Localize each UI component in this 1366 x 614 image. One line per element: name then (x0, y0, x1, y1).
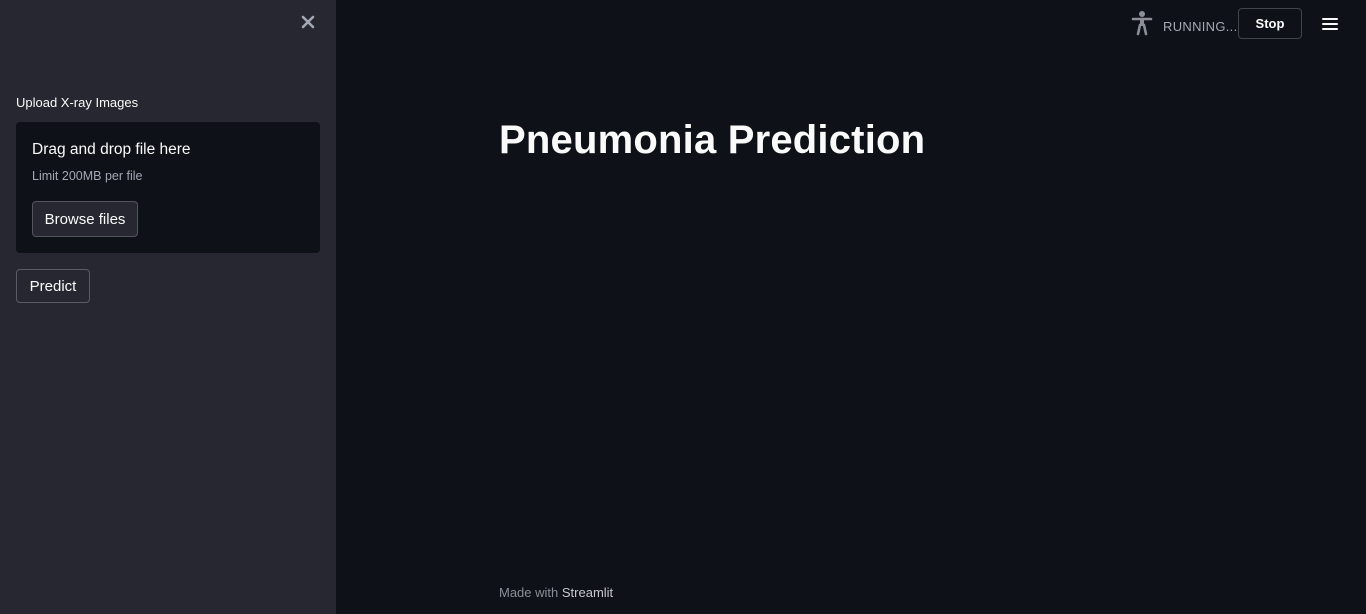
browse-files-button[interactable]: Browse files (32, 201, 138, 237)
predict-button[interactable]: Predict (16, 269, 90, 303)
footer-streamlit-link[interactable]: Streamlit (562, 585, 613, 600)
hamburger-menu-icon[interactable] (1319, 13, 1341, 35)
stop-button[interactable]: Stop (1238, 8, 1302, 39)
footer-prefix: Made with (499, 585, 562, 600)
dropzone-title: Drag and drop file here (32, 141, 191, 158)
footer: Made with Streamlit (499, 585, 613, 600)
upload-label: Upload X-ray Images (16, 95, 139, 110)
running-person-icon (1130, 10, 1154, 36)
sidebar: Upload X-ray Images Drag and drop file h… (0, 0, 336, 614)
close-icon[interactable] (296, 10, 320, 34)
app-root: Upload X-ray Images Drag and drop file h… (0, 0, 1366, 614)
page-title: Pneumonia Prediction (499, 118, 926, 162)
running-status-text: RUNNING... (1163, 19, 1238, 34)
dropzone-limit-text: Limit 200MB per file (32, 169, 143, 183)
file-dropzone[interactable]: Drag and drop file here Limit 200MB per … (16, 122, 320, 253)
